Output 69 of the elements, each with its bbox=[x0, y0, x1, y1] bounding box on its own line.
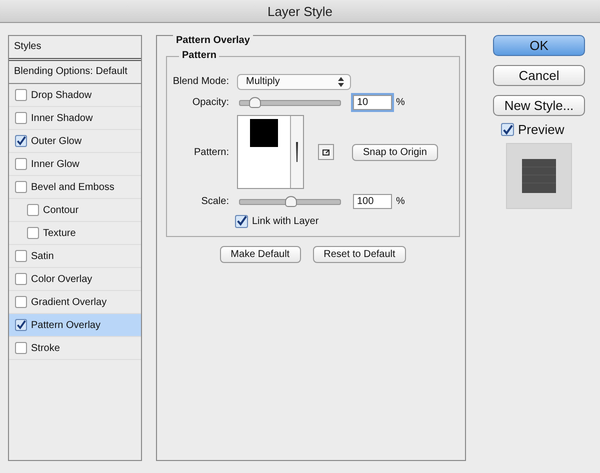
style-item[interactable]: Drop Shadow bbox=[9, 84, 141, 107]
style-item[interactable]: Bevel and Emboss bbox=[9, 176, 141, 199]
link-with-layer-label: Link with Layer bbox=[252, 216, 319, 226]
new-style-button[interactable]: New Style... bbox=[493, 95, 585, 116]
style-label: Stroke bbox=[31, 342, 60, 354]
style-item[interactable]: Stroke bbox=[9, 337, 141, 360]
style-item[interactable]: Color Overlay bbox=[9, 268, 141, 291]
blend-mode-label: Blend Mode: bbox=[172, 76, 229, 87]
new-preset-icon[interactable] bbox=[318, 144, 334, 160]
style-item[interactable]: Outer Glow bbox=[9, 130, 141, 153]
pattern-picker[interactable] bbox=[237, 115, 304, 189]
style-item[interactable]: Contour bbox=[9, 199, 141, 222]
preview-square-icon bbox=[522, 159, 556, 193]
style-item[interactable]: Satin bbox=[9, 245, 141, 268]
style-label: Outer Glow bbox=[31, 136, 82, 146]
percent-label: % bbox=[396, 196, 405, 207]
ok-button[interactable]: OK bbox=[493, 35, 585, 56]
style-item[interactable]: Texture bbox=[9, 222, 141, 245]
default-button[interactable]: Reset to Default bbox=[312, 246, 406, 263]
pattern-label: Pattern: bbox=[192, 146, 229, 158]
cancel-button[interactable]: Cancel bbox=[493, 65, 585, 86]
opacity-slider[interactable] bbox=[239, 100, 341, 106]
slider-thumb[interactable] bbox=[285, 196, 297, 206]
style-label: Color Overlay bbox=[31, 274, 92, 284]
style-label: Bevel and Emboss bbox=[31, 182, 114, 192]
style-item[interactable]: Pattern Overlay bbox=[9, 314, 141, 337]
checkbox[interactable] bbox=[235, 214, 248, 228]
blend-mode-dropdown[interactable]: Multiply bbox=[237, 74, 351, 90]
style-item[interactable]: Inner Shadow bbox=[9, 107, 141, 130]
checkbox[interactable] bbox=[501, 123, 514, 136]
blending-options-item[interactable]: Blending Options: Default bbox=[9, 61, 141, 84]
window-title: Layer Style bbox=[267, 4, 333, 18]
checkbox[interactable] bbox=[15, 181, 27, 193]
checkbox[interactable] bbox=[15, 319, 27, 331]
checkbox[interactable] bbox=[27, 204, 39, 216]
percent-label: % bbox=[396, 97, 405, 108]
checkbox[interactable] bbox=[15, 296, 27, 308]
checkbox[interactable] bbox=[15, 158, 27, 170]
section-title: Pattern Overlay bbox=[173, 35, 253, 46]
checkbox[interactable] bbox=[15, 250, 27, 262]
default-button[interactable]: Make Default bbox=[220, 246, 301, 263]
scroll-indicator-icon bbox=[295, 142, 299, 162]
styles-header[interactable]: Styles bbox=[9, 36, 141, 61]
opacity-label: Opacity: bbox=[191, 97, 229, 108]
slider-thumb[interactable] bbox=[249, 96, 261, 108]
pattern-swatch-icon bbox=[250, 119, 278, 147]
style-label: Inner Glow bbox=[31, 158, 80, 170]
style-label: Drop Shadow bbox=[31, 90, 92, 100]
scale-label: Scale: bbox=[200, 196, 229, 207]
style-item[interactable]: Inner Glow bbox=[9, 153, 141, 176]
opacity-field[interactable]: 10 bbox=[353, 95, 392, 110]
style-label: Pattern Overlay bbox=[31, 320, 100, 330]
checkbox[interactable] bbox=[15, 89, 27, 101]
updown-icon bbox=[338, 76, 344, 86]
style-label: Inner Shadow bbox=[31, 112, 93, 124]
checkbox[interactable] bbox=[27, 227, 39, 239]
scale-field[interactable]: 100 bbox=[353, 194, 392, 209]
checkbox[interactable] bbox=[15, 273, 27, 285]
style-label: Satin bbox=[31, 250, 54, 262]
checkbox[interactable] bbox=[15, 112, 27, 124]
preview-label: Preview bbox=[518, 122, 564, 137]
style-label: Texture bbox=[43, 228, 76, 238]
checkbox[interactable] bbox=[15, 342, 27, 354]
scale-slider[interactable] bbox=[239, 198, 341, 204]
group-title: Pattern bbox=[179, 50, 220, 61]
snap-to-origin-button[interactable]: Snap to Origin bbox=[352, 144, 438, 160]
checkbox[interactable] bbox=[15, 135, 27, 147]
style-label: Contour bbox=[43, 204, 79, 216]
style-label: Gradient Overlay bbox=[31, 296, 107, 308]
